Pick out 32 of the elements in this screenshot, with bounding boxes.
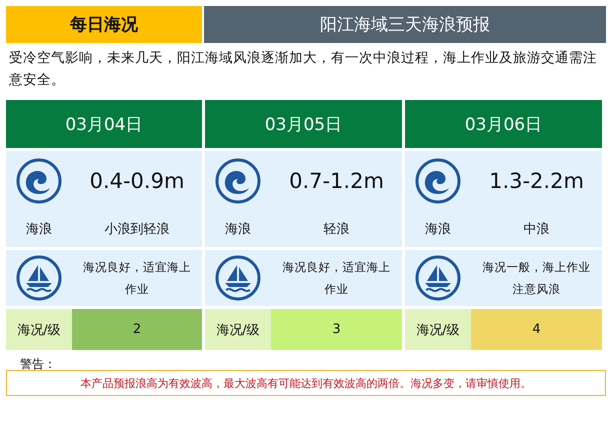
level-label: 海况/级 xyxy=(6,309,72,350)
wave-height: 1.3-2.2m xyxy=(489,169,584,193)
level-label: 海况/级 xyxy=(205,309,271,350)
date-header: 03月06日 xyxy=(405,100,602,148)
wave-label: 海浪 xyxy=(26,221,52,238)
date-header: 03月05日 xyxy=(205,100,402,148)
wave-label: 海浪 xyxy=(225,221,251,238)
daily-sea-tab[interactable]: 每日海况 xyxy=(6,6,202,43)
advice-text: 海况良好，适宜海上作业 xyxy=(282,259,392,298)
warning-label: 警告： xyxy=(19,356,57,370)
advice-text: 海况良好，适宜海上作业 xyxy=(82,259,192,298)
sailboat-icon xyxy=(415,255,461,301)
level-value: 3 xyxy=(271,309,402,350)
level-value: 2 xyxy=(72,309,202,350)
wave-height: 0.4-0.9m xyxy=(90,169,184,193)
warning-text: 本产品预报浪高为有效波高，最大波高有可能达到有效波高的两倍。海况多变，请审慎使用。 xyxy=(6,370,606,396)
level-label: 海况/级 xyxy=(405,309,471,350)
wave-grade: 轻浪 xyxy=(324,221,350,238)
wave-icon xyxy=(215,158,261,204)
wave-icon xyxy=(415,158,461,204)
wave-label: 海浪 xyxy=(425,221,451,238)
sailboat-icon xyxy=(16,255,62,301)
advice-text: 海况一般，海上作业注意风浪 xyxy=(482,259,592,298)
summary-text: 受冷空气影响，未来几天，阳江海域风浪逐渐加大，有一次中浪过程，海上作业及旅游交通需注意安全。 xyxy=(8,49,598,90)
date-header: 03月04日 xyxy=(6,100,202,148)
forecast-title: 阳江海域三天海浪预报 xyxy=(204,6,606,43)
wave-grade: 小浪到轻浪 xyxy=(104,221,170,238)
sailboat-icon xyxy=(215,255,261,301)
level-value: 4 xyxy=(471,309,602,350)
wave-height: 0.7-1.2m xyxy=(289,169,384,193)
wave-grade: 中浪 xyxy=(524,221,550,238)
wave-icon xyxy=(16,158,62,204)
